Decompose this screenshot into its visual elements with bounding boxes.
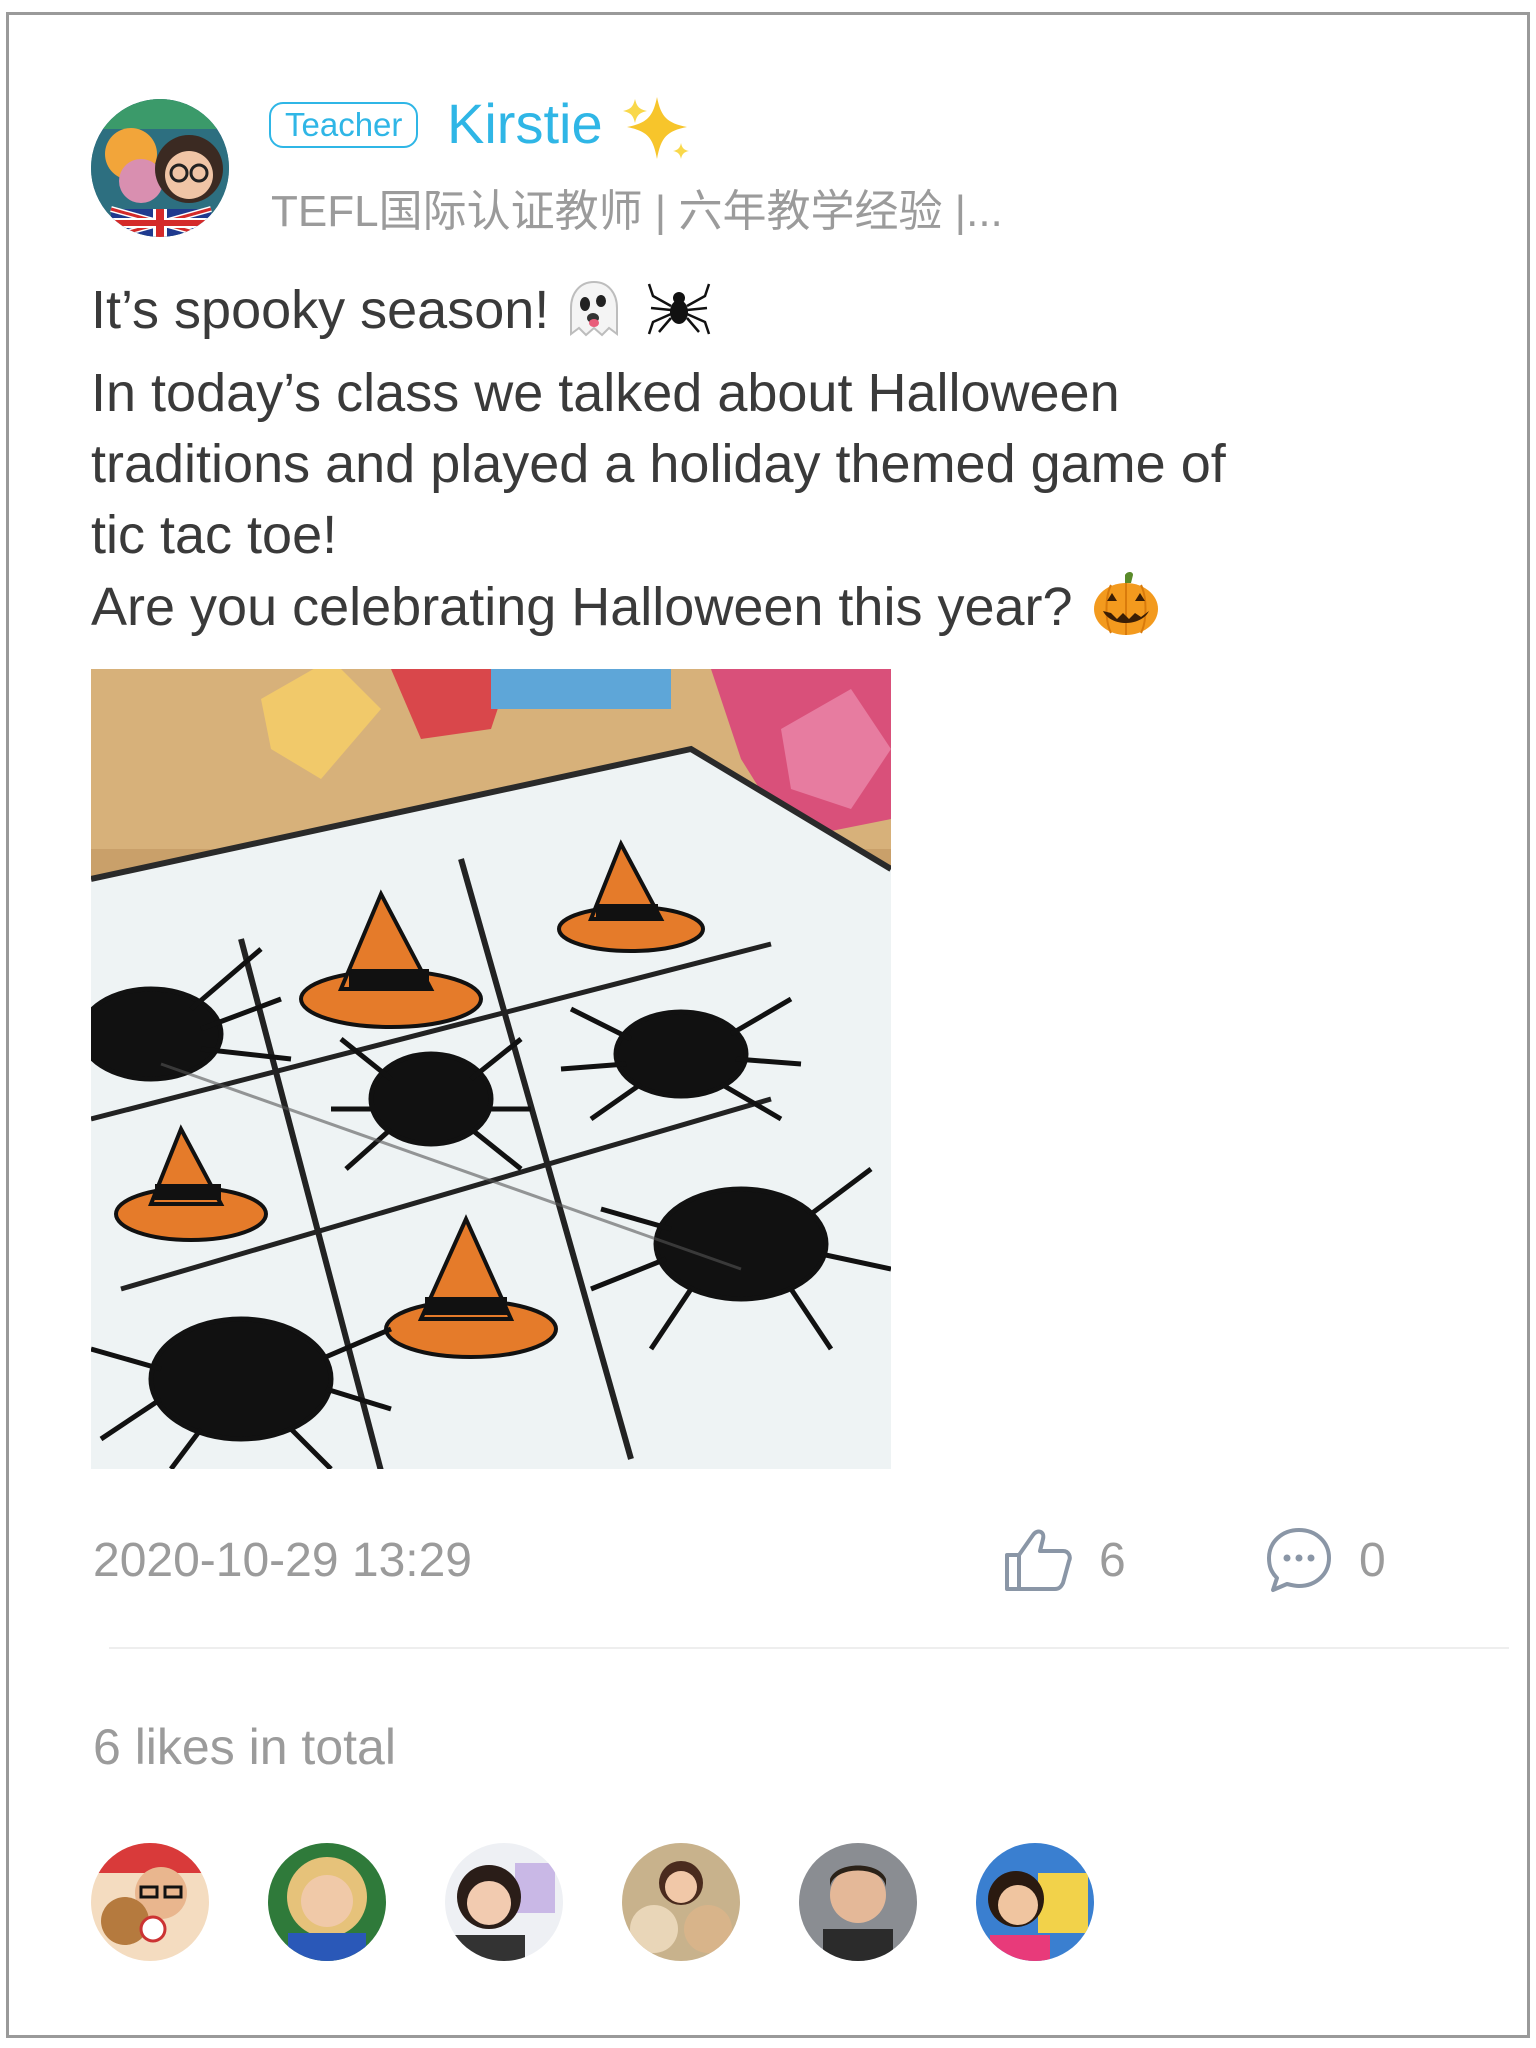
jack-o-lantern-icon	[1091, 571, 1161, 655]
post-photo-image	[91, 669, 891, 1469]
post-line-text: Are you celebrating Halloween this year?	[91, 577, 1073, 637]
post-line-text: It’s spooky season!	[91, 280, 550, 340]
post-line: In today’s class we talked about Hallowe…	[91, 363, 1120, 423]
author-avatar-image	[91, 99, 229, 237]
spider-icon	[647, 276, 711, 358]
post-line: It’s spooky season!	[91, 275, 1421, 358]
comment-count: 0	[1359, 1533, 1386, 1587]
comment-bubble-icon	[1267, 1528, 1331, 1592]
post-timestamp: 2020-10-29 13:29	[93, 1534, 472, 1587]
comment-button[interactable]: 0	[1265, 1525, 1386, 1595]
author-bio: TEFL国际认证教师 | 六年教学经验 |...	[271, 187, 1003, 236]
post-line: Are you celebrating Halloween this year?	[91, 571, 1421, 655]
teacher-badge: Teacher	[269, 102, 419, 148]
post-card: Teacher Kirstie TEFL国际认证教师 | 六年教学经验 |...…	[6, 12, 1530, 2038]
post-line: tic tac toe!	[91, 505, 338, 565]
divider	[109, 1647, 1509, 1649]
liker-avatars	[91, 1843, 1153, 1961]
liker-avatar[interactable]	[91, 1843, 209, 1961]
liker-avatar[interactable]	[622, 1843, 740, 1961]
post-line: traditions and played a holiday themed g…	[91, 434, 1226, 494]
post-body: It’s spooky season! In today’s class we …	[91, 275, 1421, 655]
like-button[interactable]: 6	[1003, 1525, 1126, 1595]
liker-avatar[interactable]	[445, 1843, 563, 1961]
liker-avatar[interactable]	[799, 1843, 917, 1961]
post-photo[interactable]	[91, 669, 891, 1469]
ghost-icon	[563, 278, 625, 358]
thumbs-up-icon	[1005, 1529, 1072, 1591]
author-name[interactable]: Kirstie	[447, 91, 603, 157]
liker-avatar[interactable]	[976, 1843, 1094, 1961]
author-avatar[interactable]	[91, 99, 229, 237]
liker-avatar[interactable]	[268, 1843, 386, 1961]
likes-total-label: 6 likes in total	[93, 1719, 396, 1775]
sparkles-icon	[623, 97, 689, 159]
like-count: 6	[1099, 1533, 1126, 1587]
